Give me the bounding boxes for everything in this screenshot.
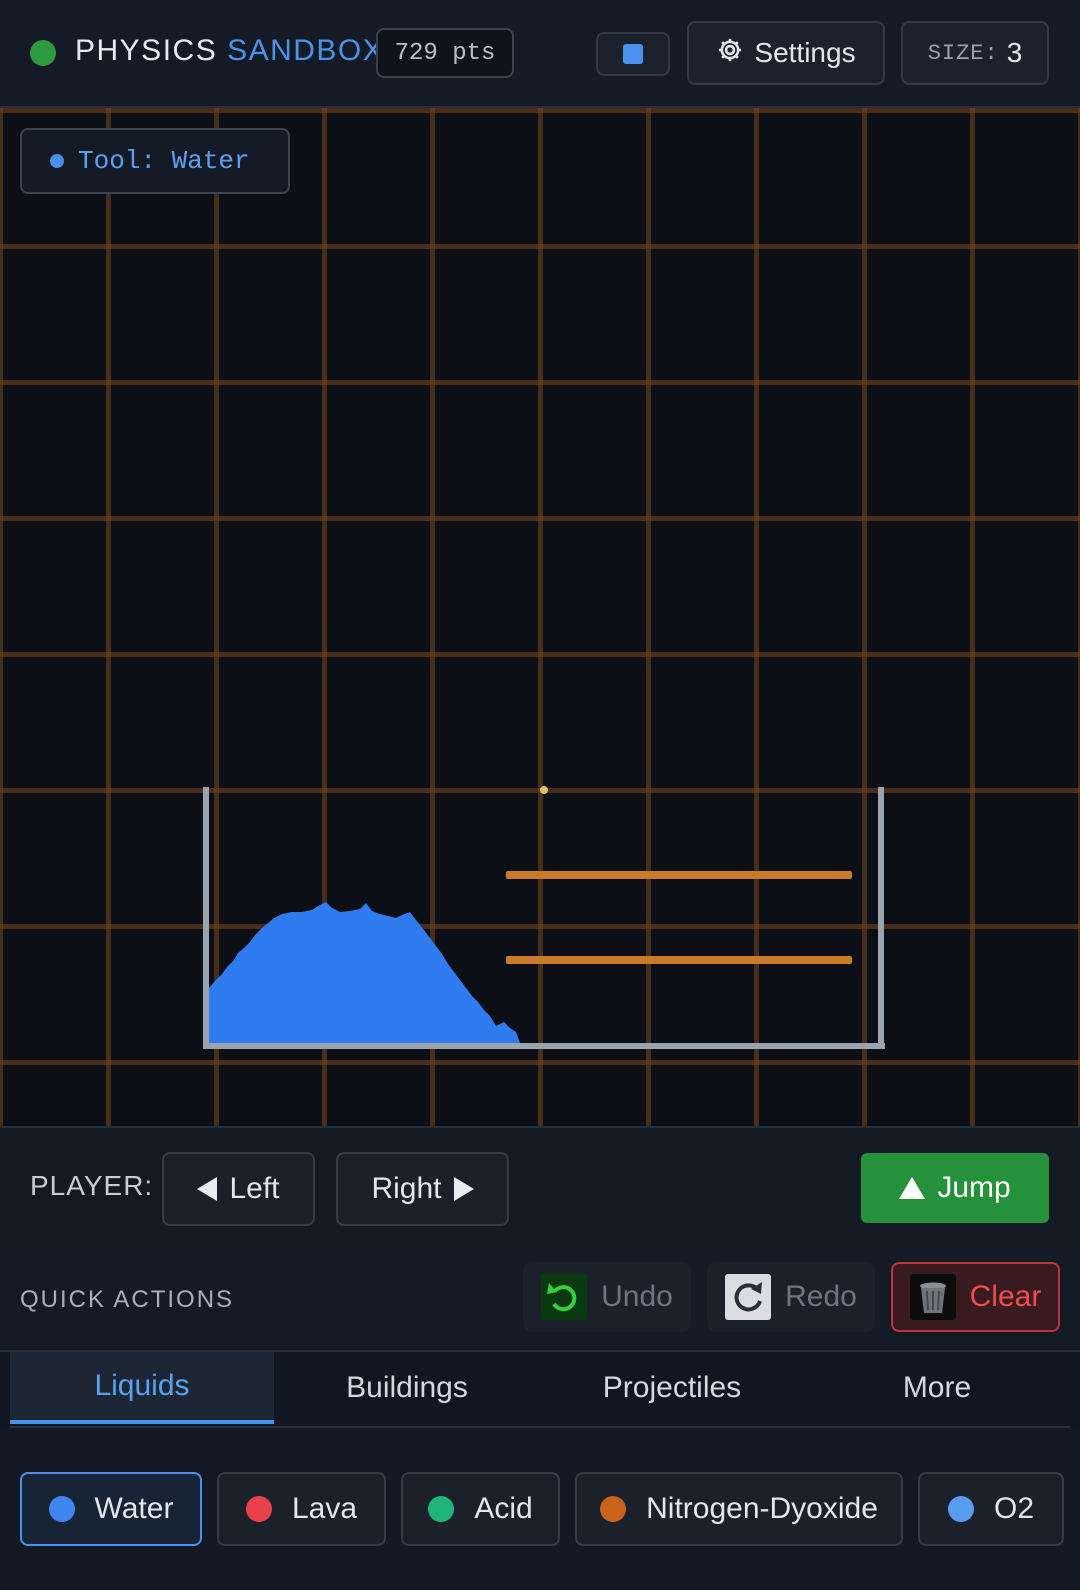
settings-button[interactable]: Settings	[687, 21, 885, 85]
size-value: 3	[1006, 37, 1023, 68]
material-nitrogen-dioxide-button[interactable]: Nitrogen-Dyoxide	[575, 1472, 903, 1546]
material-o2-button[interactable]: O2	[918, 1472, 1064, 1546]
redo-label: Redo	[785, 1280, 857, 1313]
tab-more[interactable]: More	[805, 1352, 1069, 1424]
gear-icon	[716, 36, 744, 71]
tab-buildings[interactable]: Buildings	[275, 1352, 539, 1424]
arrow-up-icon	[899, 1177, 926, 1199]
platform-upper	[506, 871, 852, 879]
redo-icon	[725, 1274, 772, 1320]
player-label: PLAYER:	[30, 1170, 154, 1201]
jump-button[interactable]: Jump	[861, 1153, 1049, 1223]
material-palette: Water Lava Acid Nitrogen-Dyoxide O2	[0, 1428, 1080, 1590]
simulation-canvas[interactable]: Tool: Water	[0, 108, 1080, 1126]
move-right-label: Right	[371, 1172, 442, 1205]
settings-label: Settings	[754, 37, 856, 68]
current-tool-indicator: Tool: Water	[20, 128, 290, 194]
undo-label: Undo	[601, 1280, 673, 1313]
clear-button[interactable]: Clear	[891, 1262, 1060, 1332]
material-label: O2	[993, 1492, 1035, 1525]
material-water-button[interactable]: Water	[20, 1472, 202, 1546]
arrow-right-icon	[453, 1177, 474, 1201]
top-bar: PHYSICS SANDBOX 729 pts Settings SIZE: 3	[0, 0, 1080, 108]
water-swatch-icon	[48, 1496, 75, 1522]
acid-swatch-icon	[428, 1496, 455, 1522]
category-tabs: Liquids Buildings Projectiles More	[10, 1352, 1070, 1428]
move-left-label: Left	[229, 1172, 280, 1205]
status-indicator	[30, 40, 56, 66]
undo-button[interactable]: Undo	[523, 1262, 691, 1332]
jump-label: Jump	[937, 1171, 1011, 1204]
tool-color-dot	[50, 154, 64, 168]
material-label: Nitrogen-Dyoxide	[646, 1492, 878, 1525]
water-pile	[209, 902, 520, 1043]
quick-actions-label: QUICK ACTIONS	[20, 1286, 235, 1313]
nitrogen-dioxide-swatch-icon	[600, 1496, 627, 1522]
quick-actions-bar: QUICK ACTIONS Undo Redo Clear	[0, 1246, 1080, 1352]
tool-label: Tool: Water	[78, 146, 250, 176]
o2-swatch-icon	[947, 1496, 974, 1522]
stop-button[interactable]	[596, 32, 670, 76]
app-title: PHYSICS SANDBOX	[75, 34, 384, 68]
trash-can-icon	[909, 1274, 956, 1320]
material-label: Lava	[291, 1492, 358, 1525]
tab-projectiles[interactable]: Projectiles	[540, 1352, 804, 1424]
material-acid-button[interactable]: Acid	[401, 1472, 560, 1546]
brush-size-control[interactable]: SIZE: 3	[901, 21, 1049, 85]
points-counter: 729 pts	[376, 28, 514, 78]
simulation-scene	[203, 786, 885, 1049]
undo-icon	[541, 1274, 588, 1320]
clear-label: Clear	[969, 1280, 1042, 1313]
stop-icon	[623, 44, 643, 64]
app-title-main: PHYSICS	[75, 34, 218, 67]
size-label: SIZE:	[927, 40, 999, 66]
move-left-button[interactable]: Left	[162, 1152, 315, 1226]
arrow-left-icon	[197, 1177, 218, 1201]
player-controls: PLAYER: Left Right Jump	[0, 1126, 1080, 1248]
redo-button[interactable]: Redo	[707, 1262, 875, 1332]
material-label: Water	[94, 1492, 174, 1525]
physics-sandbox-app: PHYSICS SANDBOX 729 pts Settings SIZE: 3	[0, 0, 1080, 1590]
material-label: Acid	[474, 1492, 533, 1525]
tab-liquids[interactable]: Liquids	[10, 1352, 274, 1424]
lava-swatch-icon	[245, 1496, 272, 1522]
player-particle	[540, 786, 548, 794]
move-right-button[interactable]: Right	[336, 1152, 509, 1226]
platform-lower	[506, 956, 852, 964]
material-lava-button[interactable]: Lava	[217, 1472, 386, 1546]
app-title-accent: SANDBOX	[227, 34, 385, 67]
